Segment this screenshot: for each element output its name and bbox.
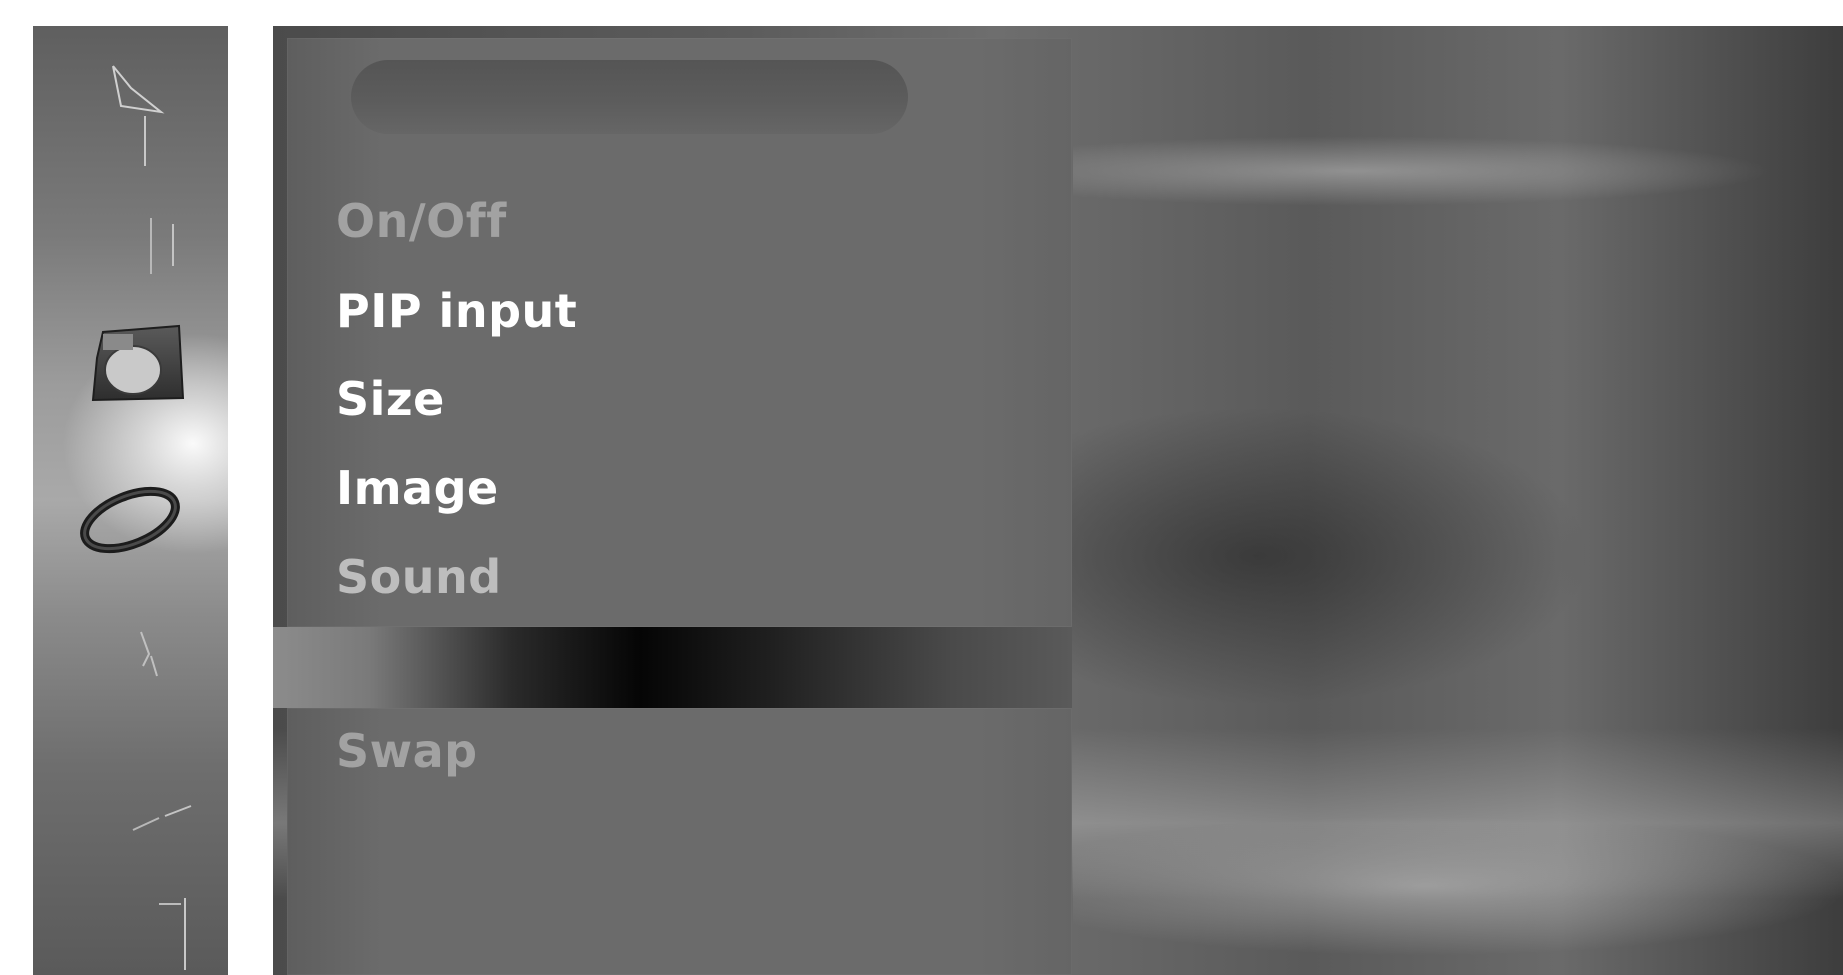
sound-icon[interactable] <box>143 216 193 276</box>
pip-icon[interactable] <box>129 796 199 846</box>
menu-item-on-off[interactable]: On/Off <box>336 193 507 249</box>
background-shadow <box>1033 406 1593 706</box>
menu-item-swap[interactable]: Swap <box>336 723 478 779</box>
osd-screen: On/Off PIP input Size Image Sound Swap <box>0 0 1843 975</box>
time-icon[interactable] <box>89 320 189 430</box>
input-icon[interactable] <box>151 896 211 971</box>
menu-item-image[interactable]: Image <box>336 460 499 516</box>
menu-item-size[interactable]: Size <box>336 371 445 427</box>
special-icon[interactable] <box>75 474 185 564</box>
pip-menu-panel: On/Off PIP input Size Image Sound <box>287 38 1072 627</box>
menu-title-bar <box>351 60 908 134</box>
menu-item-sound[interactable]: Sound <box>336 549 502 605</box>
pip-secondary-panel: Swap <box>287 708 1072 975</box>
background-gradient <box>1073 136 1773 206</box>
menu-category-sidebar <box>33 26 228 975</box>
main-menu-area: On/Off PIP input Size Image Sound Swap <box>273 26 1843 975</box>
screen-icon[interactable] <box>129 626 169 686</box>
menu-divider <box>273 627 1072 708</box>
background-highlight <box>1073 816 1843 956</box>
menu-item-pip-input[interactable]: PIP input <box>336 283 577 339</box>
picture-icon[interactable] <box>101 58 171 168</box>
